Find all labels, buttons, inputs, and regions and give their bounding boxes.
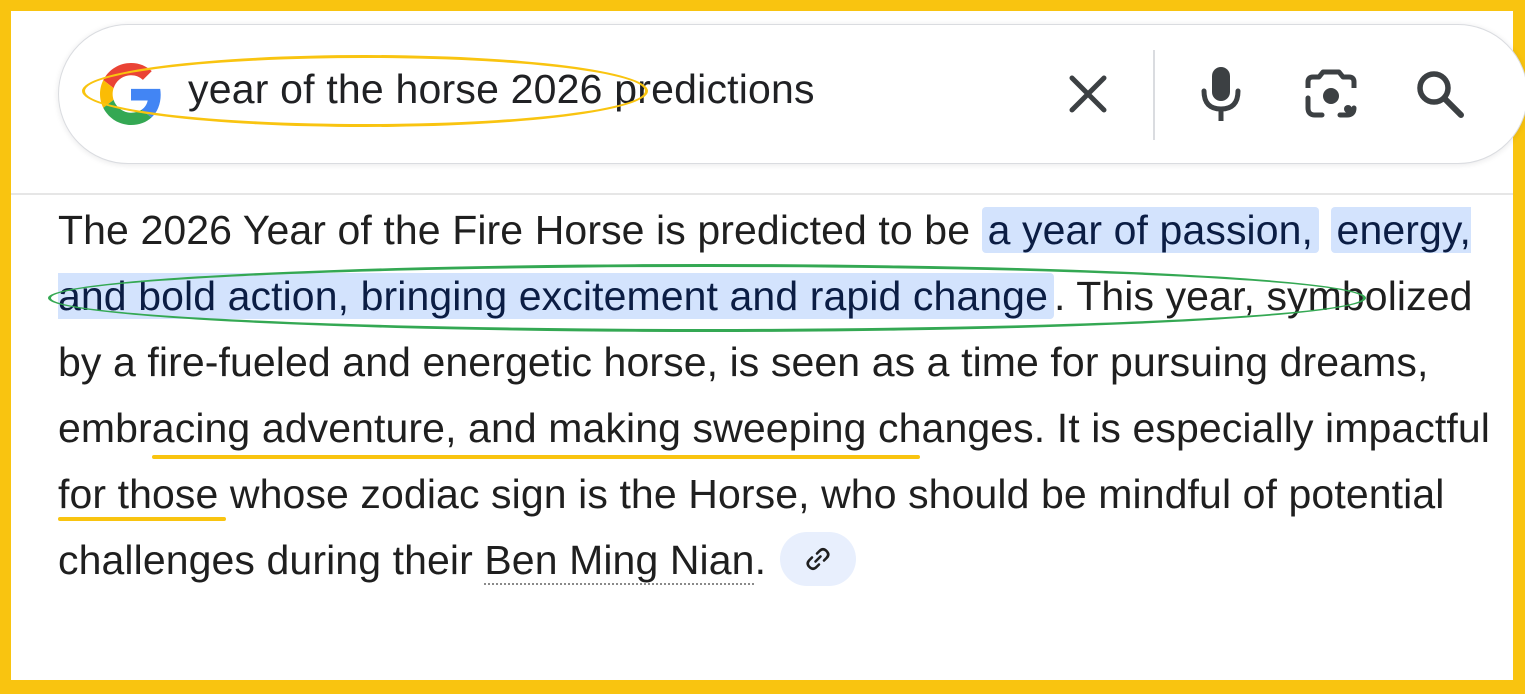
overview-highlight-part1: a year of passion, — [981, 207, 1320, 253]
clear-button[interactable] — [1060, 66, 1116, 122]
google-logo-icon — [100, 63, 161, 125]
search-icon — [1417, 71, 1464, 118]
dreams-annotation-underline — [152, 455, 920, 459]
overview-body-text: . This year, symbolized by a fire-fueled… — [58, 273, 1490, 583]
search-query-text[interactable]: year of the horse 2026 predictions — [188, 66, 815, 113]
voice-search-button[interactable] — [1192, 62, 1250, 126]
overview-intro-text: The 2026 Year of the Fire Horse is predi… — [58, 207, 982, 253]
ben-ming-nian-link[interactable]: Ben Ming Nian — [484, 537, 754, 583]
camera-lens-icon — [1305, 69, 1357, 118]
lens-search-button[interactable] — [1302, 64, 1360, 124]
search-divider — [1153, 50, 1155, 140]
ai-overview-text: The 2026 Year of the Fire Horse is predi… — [58, 197, 1503, 593]
citation-link-button[interactable] — [780, 532, 857, 587]
overview-ending: . — [754, 537, 767, 583]
header-divider — [11, 193, 1513, 195]
microphone-icon — [1201, 67, 1241, 121]
search-submit-button[interactable] — [1410, 64, 1470, 124]
changes-annotation-underline — [58, 517, 226, 521]
link-icon — [806, 548, 830, 571]
close-icon — [1069, 75, 1107, 113]
